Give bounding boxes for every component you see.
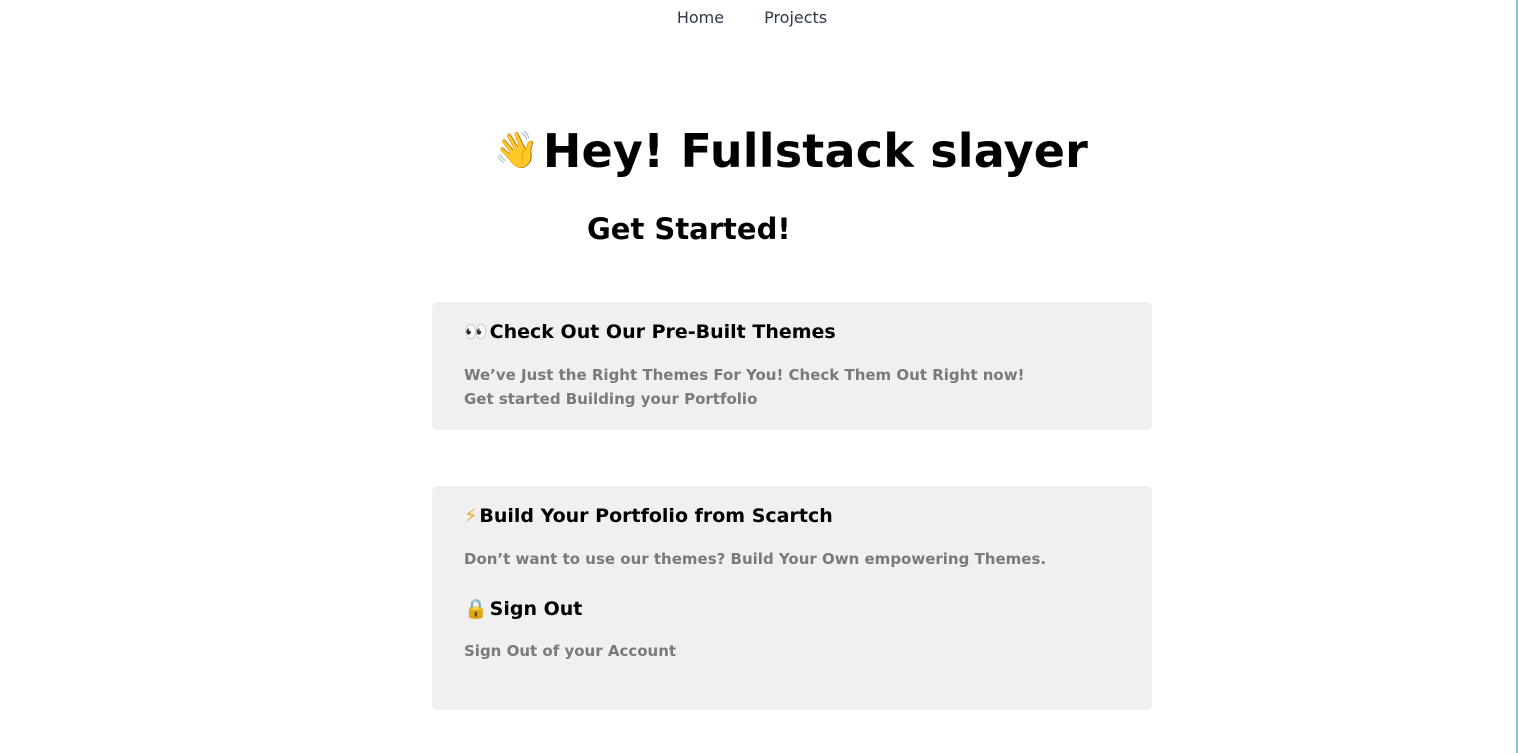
themes-heading[interactable]: 👀 Check Out Our Pre-Built Themes (464, 320, 1120, 345)
waving-hand-icon: 👋 (494, 130, 539, 172)
themes-description-line-1: We’ve Just the Right Themes For You! Che… (464, 365, 1025, 384)
sign-out-item[interactable]: 🔒 Sign Out Sign Out of your Account (464, 597, 1120, 664)
lightning-icon: ⚡ (464, 505, 478, 527)
sign-out-heading-text[interactable]: Sign Out (490, 597, 583, 622)
hero-title: 👋 Hey! Fullstack slayer (494, 126, 1088, 177)
themes-card[interactable]: 👀 Check Out Our Pre-Built Themes We’ve J… (432, 302, 1152, 430)
page-title: Hey! Fullstack slayer (542, 124, 1089, 178)
eyes-icon: 👀 (464, 321, 488, 343)
page-subtitle: Get Started! (587, 212, 791, 246)
themes-item[interactable]: 👀 Check Out Our Pre-Built Themes We’ve J… (464, 320, 1120, 411)
sign-out-description-line-1: Sign Out of your Account (464, 642, 677, 661)
nav-projects-link[interactable]: Projects (764, 8, 827, 27)
build-portfolio-description-line-1: Don’t want to use our themes? Build Your… (464, 549, 1047, 568)
sign-out-heading[interactable]: 🔒 Sign Out (464, 597, 1120, 622)
top-nav: Home Projects (0, 8, 1504, 27)
sign-out-description: Sign Out of your Account (464, 639, 1120, 663)
lock-icon: 🔒 (464, 597, 488, 620)
nav-home-link[interactable]: Home (677, 8, 724, 27)
build-portfolio-description: Don’t want to use our themes? Build Your… (464, 547, 1120, 571)
actions-card: ⚡ Build Your Portfolio from Scartch Don’… (432, 486, 1152, 710)
build-portfolio-heading[interactable]: ⚡ Build Your Portfolio from Scartch (464, 504, 1120, 529)
build-portfolio-item[interactable]: ⚡ Build Your Portfolio from Scartch Don’… (464, 504, 1120, 571)
page: Home Projects 👋 Hey! Fullstack slayer Ge… (0, 0, 1518, 753)
build-portfolio-heading-text[interactable]: Build Your Portfolio from Scartch (479, 504, 832, 529)
themes-heading-text[interactable]: Check Out Our Pre-Built Themes (490, 320, 836, 345)
themes-description-line-2: Get started Building your Portfolio (464, 389, 758, 408)
themes-description: We’ve Just the Right Themes For You! Che… (464, 363, 1120, 411)
